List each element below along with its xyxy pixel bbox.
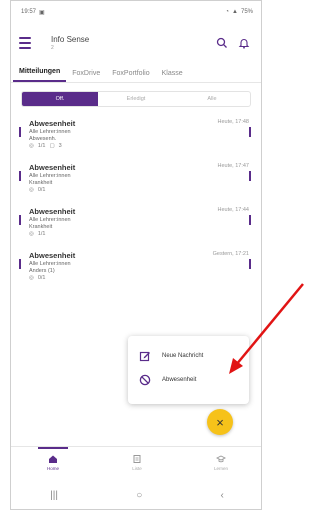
- message-recipients: Alle Lehrer:innen: [29, 129, 71, 135]
- message-subject: Abwesenheit: [29, 163, 76, 172]
- read-count: 1/1: [37, 231, 46, 237]
- app-title-block: Info Sense 2: [51, 35, 209, 51]
- comment-count: 3: [58, 143, 62, 149]
- block-icon: [138, 373, 152, 387]
- status-marker: [249, 215, 251, 225]
- filter-segmented-control: Off. Erledigt Alle: [21, 91, 251, 107]
- message-time: Heute, 17:44: [217, 207, 250, 213]
- tab-mitteilungen[interactable]: Mitteilungen: [13, 68, 67, 82]
- new-message-option[interactable]: Neue Nachricht: [138, 344, 239, 368]
- nav-learn-label: Lernen: [213, 466, 228, 471]
- hamburger-menu-icon[interactable]: [19, 34, 37, 52]
- home-icon: [48, 454, 58, 464]
- absence-option[interactable]: Abwesenheit: [138, 368, 239, 392]
- message-subject: Abwesenheit: [29, 251, 76, 260]
- message-time: Heute, 17:48: [217, 119, 250, 125]
- message-info: Anders (1): [29, 268, 55, 274]
- message-info: Krankheit: [29, 224, 53, 230]
- tab-bar: Mitteilungen FoxDrive FoxPortfolio Klass…: [11, 63, 261, 83]
- status-time: 19:57: [21, 9, 37, 15]
- recent-apps-icon[interactable]: |||: [50, 490, 58, 501]
- graduation-cap-icon: [216, 454, 226, 464]
- nav-list[interactable]: Liste: [95, 447, 179, 478]
- wifi-icon: ◔: [225, 9, 230, 15]
- filter-erledigt[interactable]: Erledigt: [98, 92, 174, 106]
- phone-screen: 19:57 ▣ ◔ ▲ 75% Info Sense 2 Mitteilunge…: [10, 0, 262, 510]
- status-marker: [249, 127, 251, 137]
- nav-learn[interactable]: Lernen: [179, 447, 261, 478]
- system-navigation-bar: ||| ○ ‹: [11, 479, 261, 509]
- message-subject: Abwesenheit: [29, 207, 76, 216]
- notification-icon: ▣: [39, 9, 45, 16]
- message-recipients: Alle Lehrer:innen: [29, 261, 71, 267]
- battery-level: 75%: [240, 9, 253, 15]
- read-count: 1/1: [37, 143, 46, 149]
- absence-label: Abwesenheit: [162, 377, 197, 383]
- nav-list-label: Liste: [132, 466, 142, 471]
- app-bar: Info Sense 2: [11, 23, 261, 63]
- read-receipt-icon: ◎: [29, 143, 34, 149]
- bottom-navigation: Home Liste Lernen: [11, 446, 261, 478]
- filter-alle[interactable]: Alle: [174, 92, 250, 106]
- status-marker: [249, 171, 251, 181]
- read-receipt-icon: ◎: [29, 187, 34, 193]
- read-count: 0/1: [37, 275, 46, 281]
- message-item[interactable]: Abwesenheit Gestern, 17:21 Alle Lehrer:i…: [11, 243, 261, 287]
- back-icon[interactable]: ‹: [221, 490, 224, 501]
- unread-marker: [19, 171, 21, 181]
- status-marker: [249, 259, 251, 269]
- message-item[interactable]: Abwesenheit Heute, 17:48 Alle Lehrer:inn…: [11, 111, 261, 155]
- speed-dial-menu: Neue Nachricht Abwesenheit: [128, 336, 249, 404]
- message-item[interactable]: Abwesenheit Heute, 17:47 Alle Lehrer:inn…: [11, 155, 261, 199]
- tab-foxportfolio[interactable]: FoxPortfolio: [106, 70, 155, 82]
- signal-icon: ▲: [232, 9, 238, 15]
- new-message-label: Neue Nachricht: [162, 353, 204, 359]
- nav-home[interactable]: Home: [11, 447, 95, 478]
- read-receipt-icon: ◎: [29, 275, 34, 281]
- unread-marker: [19, 259, 21, 269]
- status-bar: 19:57 ▣ ◔ ▲ 75%: [11, 1, 261, 23]
- tab-klasse[interactable]: Klasse: [156, 70, 189, 82]
- list-icon: [132, 454, 142, 464]
- read-count: 0/1: [37, 187, 46, 193]
- read-receipt-icon: ◎: [29, 231, 34, 237]
- filter-offen[interactable]: Off.: [22, 92, 98, 106]
- message-time: Gestern, 17:21: [212, 251, 249, 257]
- tab-foxdrive[interactable]: FoxDrive: [66, 70, 106, 82]
- message-item[interactable]: Abwesenheit Heute, 17:44 Alle Lehrer:inn…: [11, 199, 261, 243]
- message-info: Abwesenh.: [29, 136, 57, 142]
- close-icon: ×: [216, 414, 224, 430]
- app-subtitle: 2: [51, 45, 54, 51]
- app-title: Info Sense: [51, 35, 90, 44]
- message-subject: Abwesenheit: [29, 119, 76, 128]
- nav-home-label: Home: [46, 466, 59, 471]
- message-info: Krankheit: [29, 180, 53, 186]
- bell-icon[interactable]: [235, 34, 253, 52]
- search-icon[interactable]: [213, 34, 231, 52]
- message-recipients: Alle Lehrer:innen: [29, 217, 71, 223]
- edit-icon: [138, 349, 152, 363]
- unread-marker: [19, 127, 21, 137]
- comment-icon: ▢: [49, 143, 55, 149]
- home-button-icon[interactable]: ○: [136, 490, 142, 501]
- message-time: Heute, 17:47: [217, 163, 250, 169]
- message-recipients: Alle Lehrer:innen: [29, 173, 71, 179]
- unread-marker: [19, 215, 21, 225]
- close-fab-button[interactable]: ×: [207, 409, 233, 435]
